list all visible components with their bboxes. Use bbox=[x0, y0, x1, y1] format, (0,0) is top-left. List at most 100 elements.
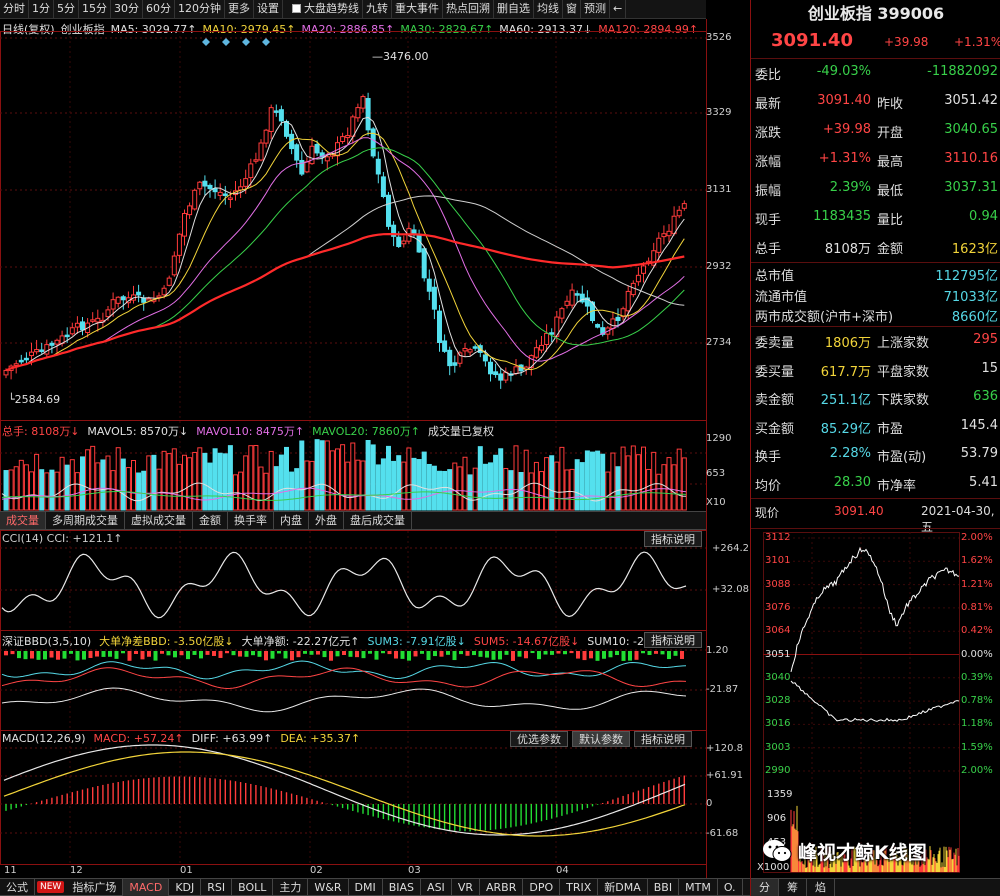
candle bbox=[396, 236, 402, 247]
flow-grid: 委卖量 1806万 上涨家数 295 委买量 617.7万 平盘家数 15 卖金额 251.1亿下… bbox=[751, 326, 1000, 498]
candle bbox=[207, 184, 213, 190]
candle bbox=[23, 357, 29, 361]
candle bbox=[386, 194, 391, 227]
macd-optimize-button[interactable]: 优选参数 bbox=[510, 731, 568, 747]
quote-label: 振幅 bbox=[755, 184, 782, 199]
volume-bar bbox=[23, 464, 29, 511]
intraday-tab[interactable]: 焰 bbox=[807, 879, 835, 896]
macd-default-button[interactable]: 默认参数 bbox=[572, 731, 630, 747]
volume-tab[interactable]: 外盘 bbox=[309, 512, 344, 529]
quote-value: 15 bbox=[981, 360, 998, 376]
indicator-tab[interactable]: RSI bbox=[201, 878, 233, 896]
candle bbox=[156, 295, 162, 298]
volume-tab[interactable]: 成交量 bbox=[0, 512, 46, 529]
intraday-tab[interactable]: 分 bbox=[751, 879, 779, 896]
quote-value: 2.28% bbox=[829, 446, 871, 462]
volume-tabs: 成交量 多周期成交量 虚拟成交量 金额 换手率 内盘 外盘 盘后成交量 bbox=[0, 511, 706, 530]
cci-info-button[interactable]: 指标说明 bbox=[644, 531, 702, 547]
candle bbox=[74, 322, 80, 328]
bbd-bar bbox=[576, 651, 580, 659]
bbd-bar bbox=[400, 651, 405, 659]
volume-bar bbox=[197, 447, 203, 511]
cci-tick-high: +264.2 bbox=[712, 543, 750, 554]
indicator-tab[interactable]: VR bbox=[452, 878, 480, 896]
bbd-bar bbox=[290, 651, 294, 661]
bbd-bar bbox=[36, 651, 41, 660]
volume-tab[interactable]: 内盘 bbox=[274, 512, 309, 529]
index-price: 3091.40 bbox=[771, 30, 853, 51]
candle bbox=[110, 299, 116, 310]
bbd-bar bbox=[628, 651, 632, 661]
volume-bar bbox=[44, 472, 50, 511]
vol-unit: X10 bbox=[706, 497, 726, 508]
volume-bar bbox=[105, 455, 111, 511]
volume-bar bbox=[355, 459, 361, 511]
bbd-bar bbox=[504, 651, 509, 655]
bbd-bar bbox=[225, 651, 229, 654]
volume-tab[interactable]: 多周期成交量 bbox=[46, 512, 125, 529]
indicator-tab[interactable]: ARBR bbox=[480, 878, 524, 896]
indicator-tab[interactable]: 公式 bbox=[0, 878, 35, 896]
intraday-right-tick: 1.59% bbox=[961, 741, 993, 753]
bbd-bar bbox=[543, 651, 548, 655]
bbd-bar bbox=[257, 651, 262, 657]
bbd-bar bbox=[342, 651, 346, 655]
bbd-info-button[interactable]: 指标说明 bbox=[644, 632, 702, 648]
indicator-tab[interactable]: DMI bbox=[349, 878, 383, 896]
volume-bar bbox=[166, 453, 172, 511]
bbd-bars bbox=[4, 651, 684, 661]
kline-y-tick: 2734 bbox=[706, 337, 732, 348]
legend-item: MACD(12,26,9) bbox=[2, 732, 86, 745]
indicator-tab[interactable]: BOLL bbox=[232, 878, 274, 896]
volume-tab[interactable]: 金额 bbox=[193, 512, 228, 529]
intraday-tab[interactable]: 筹 bbox=[779, 879, 807, 896]
quote-row: 涨幅 +1.31% 最高 3110.16 bbox=[751, 145, 1000, 174]
vol-tick-high: 1290 bbox=[706, 433, 732, 444]
volume-bar bbox=[182, 454, 187, 511]
bbd-bar bbox=[199, 651, 203, 659]
legend-item: MAVOL10: 8475万↑ bbox=[196, 425, 305, 438]
indicator-tab[interactable]: BBI bbox=[648, 878, 680, 896]
indicator-tab[interactable]: DPO bbox=[523, 878, 561, 896]
quote-value: 53.79 bbox=[960, 446, 998, 462]
volume-bar bbox=[656, 473, 662, 511]
volume-tab[interactable]: 盘后成交量 bbox=[344, 512, 412, 529]
candle bbox=[401, 240, 407, 245]
volume-bar bbox=[442, 470, 448, 511]
indicator-tab[interactable]: MTM bbox=[679, 878, 718, 896]
kline-y-axis: 3526 3329 3131 2932 2734 bbox=[705, 0, 749, 420]
legend-item: SUM5: -14.67亿股↓ bbox=[473, 635, 580, 648]
quote-value: +1.31% bbox=[818, 151, 871, 166]
indicator-tab[interactable]: TRIX bbox=[560, 878, 599, 896]
indicator-tab[interactable]: 指标广场 bbox=[66, 878, 124, 896]
indicator-tab[interactable]: MACD bbox=[123, 878, 170, 896]
intraday-left-tick: 3003 bbox=[765, 741, 791, 753]
indicator-tab[interactable]: ASI bbox=[421, 878, 452, 896]
quote-label: 买金额 bbox=[755, 421, 795, 437]
indicator-tab[interactable]: BIAS bbox=[383, 878, 422, 896]
indicator-tab[interactable]: W&R bbox=[308, 878, 349, 896]
market-values: 总市值 112795亿 流通市值 71033亿 两市成交额(沪市+深市) 8660亿 bbox=[751, 262, 1000, 326]
volume-bar bbox=[544, 457, 550, 511]
volume-bar bbox=[304, 460, 310, 511]
indicator-tab[interactable]: 新DMA bbox=[598, 878, 648, 896]
indicator-tab[interactable]: NEW bbox=[37, 881, 65, 893]
volume-bar bbox=[666, 457, 672, 511]
volume-bar bbox=[523, 449, 529, 511]
quote-row: 委卖量 1806万 上涨家数 295 bbox=[751, 326, 1000, 355]
candle bbox=[513, 366, 519, 375]
candle bbox=[350, 116, 356, 137]
volume-tab[interactable]: 换手率 bbox=[228, 512, 274, 529]
kline-y-tick: 3329 bbox=[706, 107, 732, 118]
candle bbox=[278, 109, 284, 122]
indicator-tab[interactable]: KDJ bbox=[169, 878, 202, 896]
volume-tab[interactable]: 虚拟成交量 bbox=[125, 512, 193, 529]
indicator-tab[interactable]: O. bbox=[718, 878, 743, 896]
indicator-line bbox=[1, 660, 687, 680]
volume-bar bbox=[156, 468, 162, 511]
quote-label: 委买量 bbox=[755, 364, 795, 380]
candle bbox=[309, 145, 315, 165]
volume-bar bbox=[564, 469, 570, 511]
macd-info-button[interactable]: 指标说明 bbox=[634, 731, 692, 747]
indicator-tab[interactable]: 主力 bbox=[273, 878, 309, 896]
